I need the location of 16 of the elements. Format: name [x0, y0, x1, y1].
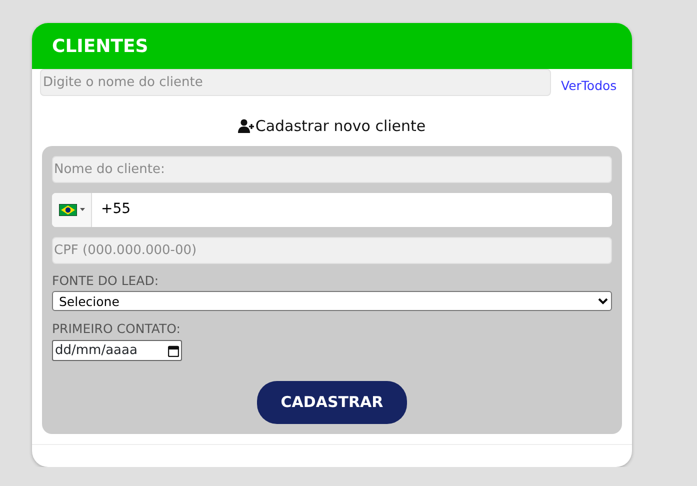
- text-field[interactable]: Nome do cliente:: [52, 156, 612, 182]
- calendar-icon: [168, 344, 179, 356]
- country-selector[interactable]: [52, 192, 92, 226]
- field-label: PRIMEIRO CONTATO:: [52, 320, 182, 338]
- add-user-icon: [238, 119, 256, 134]
- section-title: Cadastrar novo cliente: [255, 116, 426, 137]
- field-label: FONTE DO LEAD:: [52, 272, 160, 290]
- view-all-link[interactable]: VerTodos: [561, 77, 617, 96]
- text-field[interactable]: CPF (000.000.000-00): [52, 236, 612, 264]
- card-header: CLIENTES: [32, 23, 632, 69]
- submit-button[interactable]: CADASTRAR: [256, 381, 408, 424]
- lead-source-select[interactable]: Selecione: [52, 291, 612, 312]
- search-field[interactable]: Digite o nome do cliente: [40, 69, 551, 96]
- date-field[interactable]: dd/mm/aaaa: [52, 340, 182, 361]
- flag-icon: [58, 204, 76, 216]
- caret-icon: [80, 208, 84, 211]
